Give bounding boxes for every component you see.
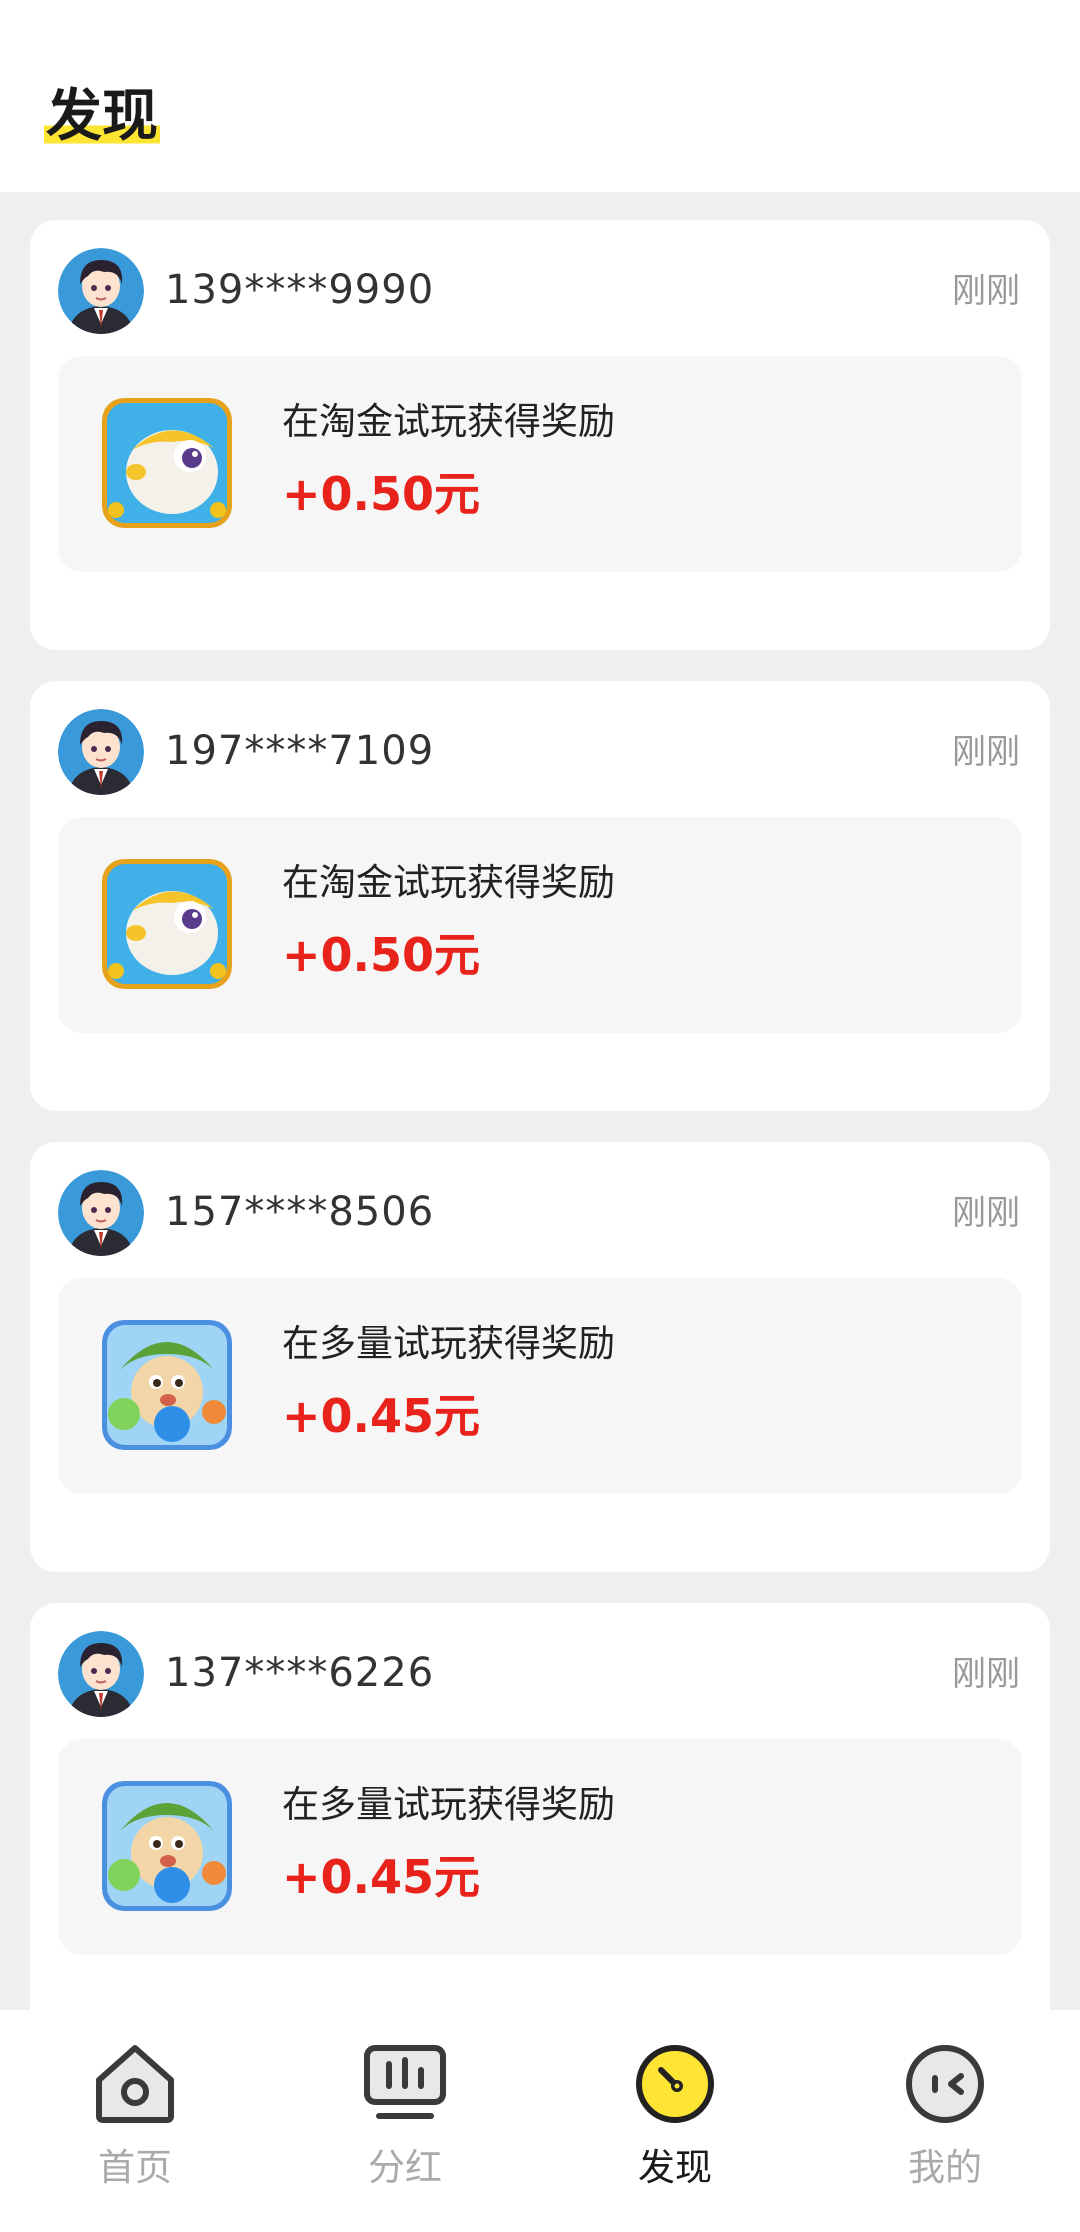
- tab-label: 分红: [368, 2146, 442, 2189]
- timestamp: 刚刚: [952, 732, 1020, 772]
- avatar[interactable]: [58, 1170, 144, 1256]
- tab-label: 首页: [98, 2146, 172, 2189]
- bubble-monster-game-icon: [102, 1781, 232, 1911]
- reward-description: 在多量试玩获得奖励: [282, 1322, 615, 1365]
- reward-box[interactable]: 在多量试玩获得奖励 +0.45元: [58, 1278, 1022, 1494]
- tab-discover[interactable]: 发现: [540, 2010, 810, 2232]
- user-phone: 157****8506: [165, 1189, 435, 1235]
- tab-dividend[interactable]: 分红: [270, 2010, 540, 2232]
- reward-amount: +0.45元: [282, 1850, 481, 1904]
- feed-card[interactable]: 197****7109 刚刚 在淘金试玩获得奖励 +0.50元: [30, 681, 1050, 1111]
- tab-label: 我的: [908, 2146, 982, 2189]
- timestamp: 刚刚: [952, 271, 1020, 311]
- reward-box[interactable]: 在淘金试玩获得奖励 +0.50元: [58, 817, 1022, 1033]
- user-phone: 137****6226: [165, 1650, 435, 1696]
- avatar[interactable]: [58, 248, 144, 334]
- pufferfish-game-icon: [102, 859, 232, 989]
- user-phone: 139****9990: [165, 267, 435, 313]
- timestamp: 刚刚: [952, 1654, 1020, 1694]
- avatar[interactable]: [58, 1631, 144, 1717]
- reward-box[interactable]: 在多量试玩获得奖励 +0.45元: [58, 1739, 1022, 1955]
- avatar[interactable]: [58, 709, 144, 795]
- reward-description: 在多量试玩获得奖励: [282, 1783, 615, 1826]
- discover-icon: [633, 2040, 717, 2124]
- reward-amount: +0.50元: [282, 928, 481, 982]
- feed-card[interactable]: 139****9990 刚刚 在淘金试玩获得奖励 +0.50元: [30, 220, 1050, 650]
- pufferfish-game-icon: [102, 398, 232, 528]
- dividend-icon: [363, 2040, 447, 2124]
- feed-card[interactable]: 157****8506 刚刚 在多量试玩获得奖励 +0.45元: [30, 1142, 1050, 1572]
- page-title: 发现: [44, 82, 160, 152]
- timestamp: 刚刚: [952, 1193, 1020, 1233]
- reward-amount: +0.50元: [282, 467, 481, 521]
- user-phone: 197****7109: [165, 728, 435, 774]
- reward-box[interactable]: 在淘金试玩获得奖励 +0.50元: [58, 356, 1022, 572]
- tab-home[interactable]: 首页: [0, 2010, 270, 2232]
- profile-icon: [903, 2040, 987, 2124]
- tab-profile[interactable]: 我的: [810, 2010, 1080, 2232]
- home-icon: [93, 2040, 177, 2124]
- tab-label: 发现: [638, 2146, 712, 2189]
- bubble-monster-game-icon: [102, 1320, 232, 1450]
- reward-amount: +0.45元: [282, 1389, 481, 1443]
- feed-card[interactable]: 137****6226 刚刚 在多量试玩获得奖励 +0.45元: [30, 1603, 1050, 2033]
- bottom-tab-bar: 首页 分红 发现 我的: [0, 2010, 1080, 2232]
- reward-description: 在淘金试玩获得奖励: [282, 861, 615, 904]
- reward-description: 在淘金试玩获得奖励: [282, 400, 615, 443]
- page-header: 发现: [0, 0, 1080, 192]
